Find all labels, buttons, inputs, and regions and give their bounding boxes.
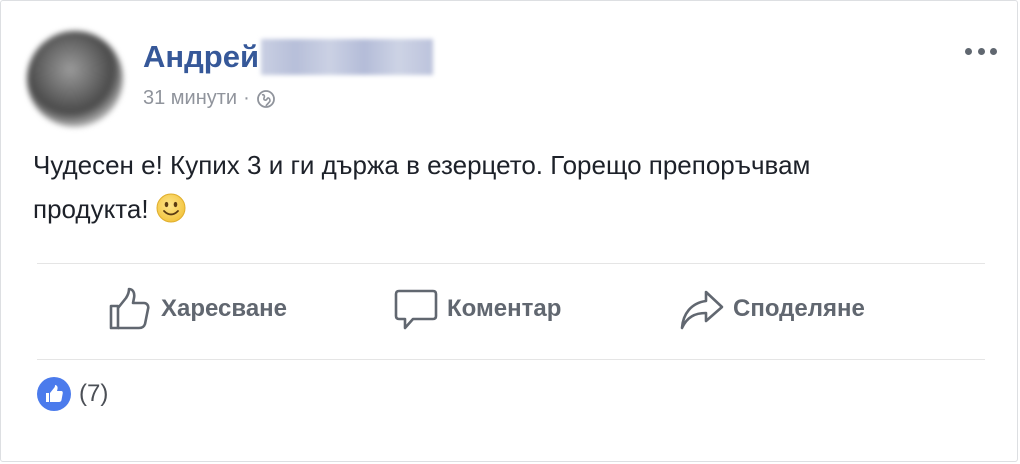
timestamp[interactable]: 31 минути [143,87,237,110]
more-options-icon[interactable] [965,41,997,61]
share-label: Споделяне [733,295,865,322]
post-text: Чудесен е! Купих 3 и ги държа в езерцето… [33,150,811,224]
like-reaction-icon [37,377,71,411]
comment-button[interactable]: Коментар [393,283,561,335]
reactions-summary[interactable]: (7) [37,377,108,411]
meta-separator: · [243,87,250,109]
like-button[interactable]: Харесване [107,283,287,335]
smiley-icon [156,192,186,223]
reaction-count[interactable]: (7) [79,380,108,408]
post-card: Андрей 31 минути · Чудесен е! Купих 3 и … [0,0,1018,462]
post-body: Чудесен е! Купих 3 и ги държа в езерцето… [33,143,933,231]
action-bar: Харесване Коментар Споделяне [37,283,985,335]
share-button[interactable]: Споделяне [679,283,865,335]
avatar[interactable] [27,31,123,127]
globe-icon[interactable] [256,89,276,109]
share-icon [680,290,724,330]
comment-label: Коментар [447,295,562,322]
blurred-surname [261,39,434,75]
author-first-name[interactable]: Андрей [143,39,259,75]
divider-top [37,263,985,264]
thumbs-up-icon [109,287,150,330]
author-name[interactable]: Андрей [143,39,434,75]
divider-bottom [37,359,985,360]
post-meta: 31 минути · [143,87,276,110]
comment-icon [394,289,438,330]
like-label: Харесване [161,295,288,322]
